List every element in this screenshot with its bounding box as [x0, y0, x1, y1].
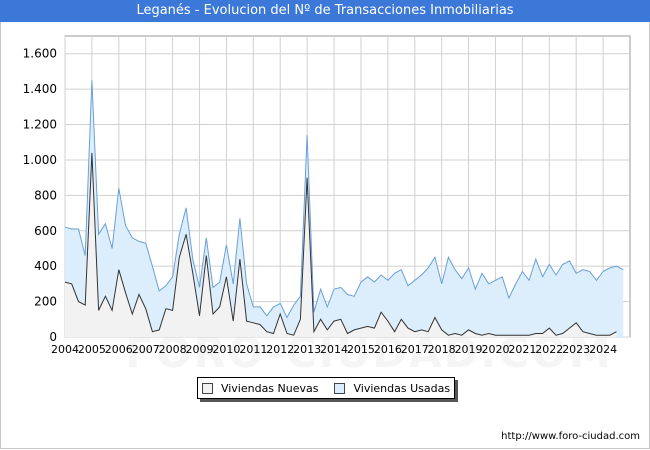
footer-url: http://www.foro-ciudad.com — [501, 431, 640, 442]
y-tick-label: 800 — [34, 188, 57, 202]
y-tick-label: 1.600 — [23, 47, 57, 61]
x-tick-label: 2009 — [186, 343, 214, 356]
x-tick-label: 2011 — [239, 343, 267, 356]
x-tick-label: 2021 — [508, 343, 536, 356]
y-tick-label: 600 — [34, 224, 57, 238]
x-tick-label: 2005 — [78, 343, 106, 356]
x-tick-label: 2022 — [535, 343, 563, 356]
x-tick-label: 2012 — [266, 343, 294, 356]
y-tick-label: 1.200 — [23, 118, 57, 132]
x-tick-label: 2024 — [589, 343, 617, 356]
x-axis-ticks: 2004200520062007200820092010201120122013… — [51, 343, 617, 356]
x-tick-label: 2006 — [105, 343, 133, 356]
x-tick-label: 2019 — [455, 343, 483, 356]
x-tick-label: 2007 — [132, 343, 160, 356]
y-tick-label: 1.000 — [23, 153, 57, 167]
legend-label-nuevas: Viviendas Nuevas — [220, 381, 319, 395]
y-axis-ticks: 0 200 400 600 800 1.000 1.200 1.400 1.600 — [23, 47, 57, 344]
y-tick-label: 0 — [49, 330, 57, 344]
legend-label-usadas: Viviendas Usadas — [353, 381, 451, 395]
legend: Viviendas Nuevas Viviendas Usadas — [197, 377, 455, 399]
y-tick-label: 400 — [34, 259, 57, 273]
x-tick-label: 2018 — [428, 343, 456, 356]
legend-item-nuevas: Viviendas Nuevas — [201, 381, 319, 395]
x-tick-label: 2020 — [481, 343, 509, 356]
legend-item-usadas: Viviendas Usadas — [334, 382, 450, 395]
x-tick-label: 2010 — [212, 343, 240, 356]
legend-swatch-nuevas — [201, 382, 213, 394]
y-tick-label: 200 — [34, 295, 57, 309]
x-tick-label: 2017 — [401, 343, 429, 356]
x-tick-label: 2008 — [159, 343, 187, 356]
x-tick-label: 2023 — [562, 343, 590, 356]
x-tick-label: 2004 — [51, 343, 79, 356]
x-tick-label: 2013 — [293, 343, 321, 356]
x-tick-label: 2015 — [347, 343, 375, 356]
x-tick-label: 2014 — [320, 343, 348, 356]
y-tick-label: 1.400 — [23, 82, 57, 96]
legend-swatch-usadas — [334, 382, 346, 394]
x-tick-label: 2016 — [374, 343, 402, 356]
